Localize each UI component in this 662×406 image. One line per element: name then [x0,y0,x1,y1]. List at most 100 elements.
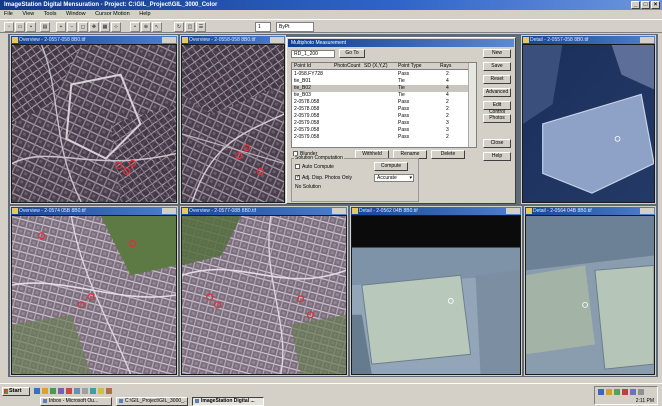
table-row[interactable]: 2-0578.058 Pass 2 [292,99,470,106]
adjust-option[interactable]: ✓ Adj. Disp. Photos Only [295,175,352,181]
table-row[interactable]: 2-0579.058 Pass 2 [292,134,470,141]
compute-button[interactable]: Compute [374,162,408,171]
table-scrollbar[interactable] [468,63,476,147]
menu-cursor-motion[interactable]: Cursor Motion [95,11,130,17]
table-row[interactable]: tie_B03 Tie 4 [292,92,470,99]
point-id-field[interactable]: RD_1_200 [291,50,335,58]
maximize-button[interactable]: □ [641,1,650,9]
tray-icon[interactable] [606,389,612,395]
window-controls[interactable] [332,208,346,214]
table-row-selected[interactable]: tie_B02 Tie 4 [292,85,470,92]
app-icon[interactable] [90,388,96,394]
app-icon[interactable] [66,388,72,394]
speaker-icon[interactable] [638,389,644,395]
pan-icon[interactable]: ✥ [89,22,99,32]
table-row[interactable]: 1-058.FY728 Pass 2 [292,71,470,78]
delete-button[interactable]: Delete [431,150,465,159]
window-controls[interactable] [506,208,520,214]
window-controls[interactable] [640,37,654,43]
start-button[interactable]: Start [2,387,30,396]
column-header[interactable]: Rays [440,63,451,70]
overview-window-3[interactable]: Overview - 2-0574 05B 8B0.tif [10,206,178,376]
aerial-image[interactable] [526,216,654,374]
minimize-button[interactable]: _ [631,1,640,9]
overview-icon[interactable]: ▦ [100,22,110,32]
goto-button[interactable]: Go To [339,49,365,58]
menu-tools[interactable]: Tools [44,11,57,17]
method-select[interactable]: Accurate ▾ [374,174,414,182]
detail-window-2[interactable]: Detail - 2-0562 04B 8B0.tif [350,206,522,376]
select-icon[interactable]: ↖ [152,22,162,32]
overview-window-2[interactable]: Overview - 2-0558-058 8B0.tif [180,35,286,204]
clock[interactable]: 2:11 PM [636,398,654,404]
tray-icon[interactable] [614,389,620,395]
overview-window-1[interactable]: Overview - 2-0557-058 8B0.tif [10,35,178,204]
photos-button[interactable]: Photos [483,114,511,123]
app-icon[interactable] [82,388,88,394]
zoom-in-icon[interactable]: + [56,22,66,32]
menu-file[interactable]: File [4,11,13,17]
close-button[interactable]: × [651,1,660,9]
aerial-image[interactable] [352,216,520,374]
aerial-image[interactable] [12,45,176,202]
new-button[interactable]: New [483,49,511,58]
app-icon[interactable] [58,388,64,394]
outlook-icon[interactable] [50,388,56,394]
window-controls[interactable] [162,208,176,214]
detail-window-3[interactable]: Detail - 2-0564 04B 8B0.tif [524,206,656,376]
adjust-checkbox[interactable]: ✓ [295,175,300,181]
print-icon[interactable]: ▤ [40,22,50,32]
help-button[interactable]: Help [483,152,511,161]
aerial-image[interactable] [523,45,654,202]
points-table[interactable]: Point Id PhotoCount SD (X,Y,Z) Point Typ… [291,62,477,148]
point-icon[interactable]: • [130,22,140,32]
detail-window-1[interactable]: Detail - 2-0557-058 8B0.tif [521,35,656,204]
zoom-level-field[interactable]: 1 [255,22,271,32]
measure-icon[interactable]: ⊹ [111,22,121,32]
table-row[interactable]: 2-0579.058 Pass 3 [292,120,470,127]
open-icon[interactable]: ▭ [15,22,25,32]
app-icon[interactable] [74,388,80,394]
refresh-icon[interactable]: ↻ [174,22,184,32]
column-header[interactable]: SD (X,Y,Z) [364,63,388,70]
table-row[interactable]: 2-0579.058 Pass 3 [292,127,470,134]
zoom-out-icon[interactable]: − [67,22,77,32]
table-row[interactable]: tie_B01 Tie 4 [292,78,470,85]
edit-control-button[interactable]: Edit Control [483,101,511,115]
auto-compute-option[interactable]: Auto Compute [295,164,334,170]
window-controls[interactable] [162,37,176,43]
new-icon[interactable]: ▫ [4,22,14,32]
mode-field[interactable]: ByPt [276,22,314,32]
menu-help[interactable]: Help [139,11,150,17]
ie-icon[interactable] [34,388,40,394]
folder-icon[interactable] [42,388,48,394]
table-row[interactable]: 2-0578.058 Pass 2 [292,106,470,113]
save-button[interactable]: Save [483,62,511,71]
stereo-icon[interactable]: ◫ [185,22,195,32]
table-row[interactable]: 2-0579.058 Pass 2 [292,113,470,120]
task-imagestation[interactable]: ImageStation Digital ... [192,397,264,406]
window-controls[interactable] [270,37,284,43]
column-header[interactable]: Point Id [294,63,311,70]
column-header[interactable]: PhotoCount [334,63,360,70]
advanced-button[interactable]: Advanced [483,88,511,97]
column-header[interactable]: Point Type [398,63,422,70]
reset-button[interactable]: Reset [483,75,511,84]
menu-view[interactable]: View [22,11,34,17]
task-inbox[interactable]: Inbox - Microsoft Ou... [40,397,112,406]
overview-window-4[interactable]: Overview - 2-0577-08B 8B0.tif [180,206,348,376]
auto-compute-checkbox[interactable] [295,164,300,170]
window-controls[interactable] [640,208,654,214]
tray-icon[interactable] [622,389,628,395]
close-dialog-button[interactable]: Close [483,139,511,148]
menu-window[interactable]: Window [66,11,86,17]
tray-icon[interactable] [630,389,636,395]
aerial-image[interactable] [12,216,176,374]
app-icon[interactable] [106,388,112,394]
tie-icon[interactable]: ⊕ [141,22,151,32]
task-explorer[interactable]: C:\GIL_Project\GIL_3000_... [116,397,188,406]
options-icon[interactable]: ☰ [196,22,206,32]
fit-icon[interactable]: ◻ [78,22,88,32]
save-icon[interactable]: ▪ [26,22,36,32]
tray-icon[interactable] [598,389,604,395]
